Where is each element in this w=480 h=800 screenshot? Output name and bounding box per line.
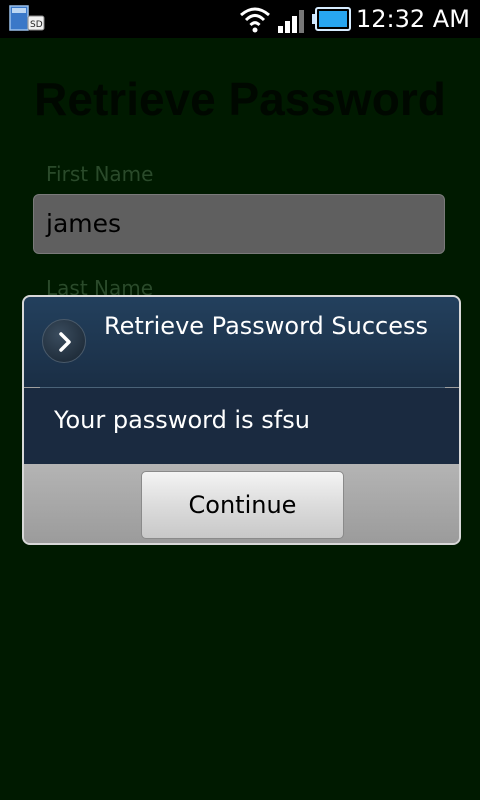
page-title: Retrieve Password xyxy=(34,73,446,125)
dialog-header: Retrieve Password Success xyxy=(24,297,459,387)
battery-icon xyxy=(312,6,352,32)
dialog-body: Your password is sfsu xyxy=(24,388,459,464)
wifi-icon xyxy=(238,4,272,34)
chevron-right-icon xyxy=(42,319,86,363)
svg-text:SD: SD xyxy=(30,20,43,30)
continue-button[interactable]: Continue xyxy=(141,471,344,539)
dialog-title: Retrieve Password Success xyxy=(104,312,429,340)
status-bar: SD 12:32 AM xyxy=(0,0,480,38)
screen: SD 12:32 AM Retrieve Password First Name… xyxy=(0,0,480,800)
signal-icon xyxy=(276,6,310,34)
success-dialog: Retrieve Password Success Your password … xyxy=(22,295,461,545)
first-name-field[interactable]: james xyxy=(33,194,445,254)
sd-card-icon: SD xyxy=(8,4,46,34)
clock: 12:32 AM xyxy=(356,5,470,33)
dialog-message: Your password is sfsu xyxy=(54,406,310,434)
dialog-footer: Continue xyxy=(24,464,459,543)
first-name-label: First Name xyxy=(46,162,154,186)
